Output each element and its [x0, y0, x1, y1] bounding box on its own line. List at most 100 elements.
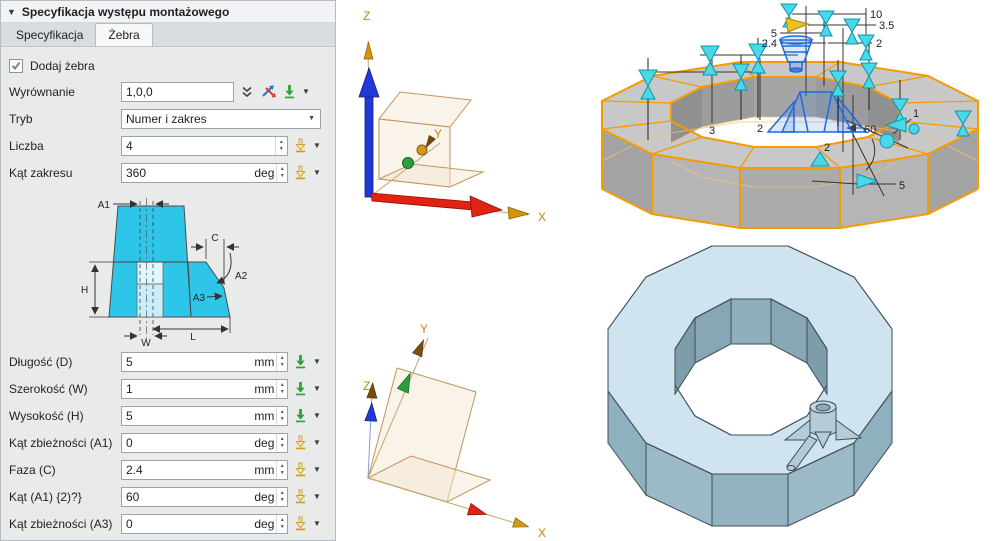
spinner-up-button[interactable]: ▲ [278, 355, 287, 362]
y-axis-handle[interactable] [402, 157, 414, 169]
apply-download-icon[interactable] [294, 462, 307, 477]
apply-download-icon[interactable] [294, 138, 307, 153]
model-preview-viewport: 10 3.5 5 2.4 2 3 2 2 60 5 1 [601, 3, 979, 229]
options-caret-icon[interactable]: ▼ [313, 168, 321, 177]
dim-value[interactable]: 2 [757, 123, 763, 135]
dim-value[interactable]: 2 [824, 142, 830, 154]
options-caret-icon[interactable]: ▼ [313, 357, 321, 366]
dim-value[interactable]: 60 [864, 124, 876, 136]
swap-direction-icon[interactable] [260, 84, 277, 99]
expand-chevrons-icon[interactable] [240, 85, 254, 99]
spinner-up-button[interactable]: ▲ [278, 436, 287, 443]
spinner-up-button[interactable]: ▲ [278, 409, 287, 416]
drag-handle-cone[interactable] [857, 34, 875, 61]
options-caret-icon[interactable]: ▼ [313, 438, 321, 447]
draft-a1-field: deg ▲▼ [121, 432, 288, 453]
range-angle-input[interactable] [122, 163, 255, 182]
z-axis-tip[interactable] [363, 40, 374, 60]
options-caret-icon[interactable]: ▼ [313, 411, 321, 420]
spinner-up-button[interactable]: ▲ [278, 517, 287, 524]
unit-label: deg [254, 516, 275, 531]
dim-label-c: C [211, 233, 218, 244]
spinner-down-button[interactable]: ▼ [278, 443, 287, 450]
options-caret-icon[interactable]: ▼ [313, 492, 321, 501]
drag-handle-sphere[interactable] [908, 123, 920, 135]
spinner-down-button[interactable]: ▼ [278, 416, 287, 423]
spinner-up-button[interactable]: ▲ [278, 166, 287, 173]
y-axis-label: Y [420, 322, 428, 336]
y-axis-handle[interactable] [416, 144, 428, 156]
draft-a1-label: Kąt zbieżności (A1) [9, 435, 113, 450]
collapse-icon[interactable]: ▼ [7, 7, 16, 17]
options-caret-icon[interactable]: ▼ [302, 87, 310, 96]
combo-caret-icon[interactable]: ▼ [308, 115, 320, 122]
spinner-down-button[interactable]: ▼ [278, 470, 287, 477]
spinner-up-button[interactable]: ▲ [278, 490, 287, 497]
length-input[interactable] [122, 352, 255, 371]
panel-title: Specyfikacja występu montażowego [21, 4, 230, 19]
spinner-down-button[interactable]: ▼ [278, 173, 287, 180]
apply-download-icon[interactable] [294, 489, 307, 504]
ring-model [602, 62, 978, 228]
tab-specyfikacja[interactable]: Specyfikacja [4, 24, 95, 46]
angle-a1-input[interactable] [122, 487, 255, 506]
apply-download-icon[interactable] [294, 165, 307, 180]
length-label: Długość (D) [9, 354, 73, 369]
x-axis-tip[interactable] [507, 206, 531, 220]
drag-handle-cone[interactable] [843, 18, 861, 45]
y-axis-label: Y [434, 127, 442, 141]
spinner-down-button[interactable]: ▼ [278, 362, 287, 369]
tab-zebra[interactable]: Żebra [95, 23, 153, 46]
chamfer-label: Faza (C) [9, 462, 56, 477]
width-input[interactable] [122, 379, 255, 398]
options-caret-icon[interactable]: ▼ [313, 519, 321, 528]
model-result-viewport [607, 245, 893, 527]
draft-a3-input[interactable] [122, 514, 255, 533]
options-caret-icon[interactable]: ▼ [313, 465, 321, 474]
dim-value[interactable]: 3.5 [879, 20, 894, 32]
x-axis-arrow[interactable] [370, 192, 504, 218]
spinner-up-button[interactable]: ▲ [278, 382, 287, 389]
options-caret-icon[interactable]: ▼ [313, 384, 321, 393]
rib-diagram: A1 C A2 A3 H L W [9, 188, 327, 349]
alignment-input[interactable] [122, 82, 233, 101]
z-axis-arrow[interactable] [358, 66, 380, 198]
dim-value[interactable]: 2 [876, 38, 882, 50]
apply-download-icon[interactable] [294, 516, 307, 531]
unit-label: mm [254, 462, 275, 477]
add-ribs-checkbox[interactable] [9, 59, 23, 73]
dim-value[interactable]: 3 [709, 125, 715, 137]
draft-a1-input[interactable] [122, 433, 255, 452]
dim-label-a2: A2 [235, 271, 248, 282]
options-caret-icon[interactable]: ▼ [313, 141, 321, 150]
dim-value[interactable]: 1 [913, 108, 919, 120]
apply-download-icon[interactable] [294, 354, 307, 369]
spinner-up-button[interactable]: ▲ [278, 463, 287, 470]
height-input[interactable] [122, 406, 255, 425]
check-icon [11, 61, 21, 71]
spinner-down-button[interactable]: ▼ [277, 146, 286, 153]
spinner-up-button[interactable]: ▲ [277, 139, 286, 146]
dim-value[interactable]: 2.4 [762, 38, 777, 50]
triad-top-viewport: Z X Y [358, 9, 546, 224]
angle-a1-field: deg ▲▼ [121, 486, 288, 507]
dim-value[interactable]: 5 [899, 180, 905, 192]
panel-content: Dodaj żebra Wyrównanie 1,0,0 ▼ Tryb Nume… [1, 48, 335, 540]
count-input[interactable] [122, 136, 275, 155]
apply-download-icon[interactable] [294, 435, 307, 450]
drag-handle-cone[interactable] [817, 10, 835, 37]
apply-download-icon[interactable] [294, 381, 307, 396]
active-drag-handle-cone[interactable] [785, 17, 810, 33]
spinner-down-button[interactable]: ▼ [278, 497, 287, 504]
drag-handle-sphere[interactable] [879, 133, 895, 149]
height-field: mm ▲▼ [121, 405, 288, 426]
panel-header: ▼ Specyfikacja występu montażowego [1, 1, 335, 23]
apply-download-icon[interactable] [283, 84, 296, 99]
chamfer-input[interactable] [122, 460, 255, 479]
apply-download-icon[interactable] [294, 408, 307, 423]
spinner-down-button[interactable]: ▼ [278, 389, 287, 396]
mode-label: Tryb [9, 111, 33, 126]
spinner-down-button[interactable]: ▼ [278, 524, 287, 531]
triad-bottom-viewport: Y Z X [363, 322, 546, 540]
mode-combobox[interactable]: Numer i zakres ▼ [121, 108, 321, 129]
